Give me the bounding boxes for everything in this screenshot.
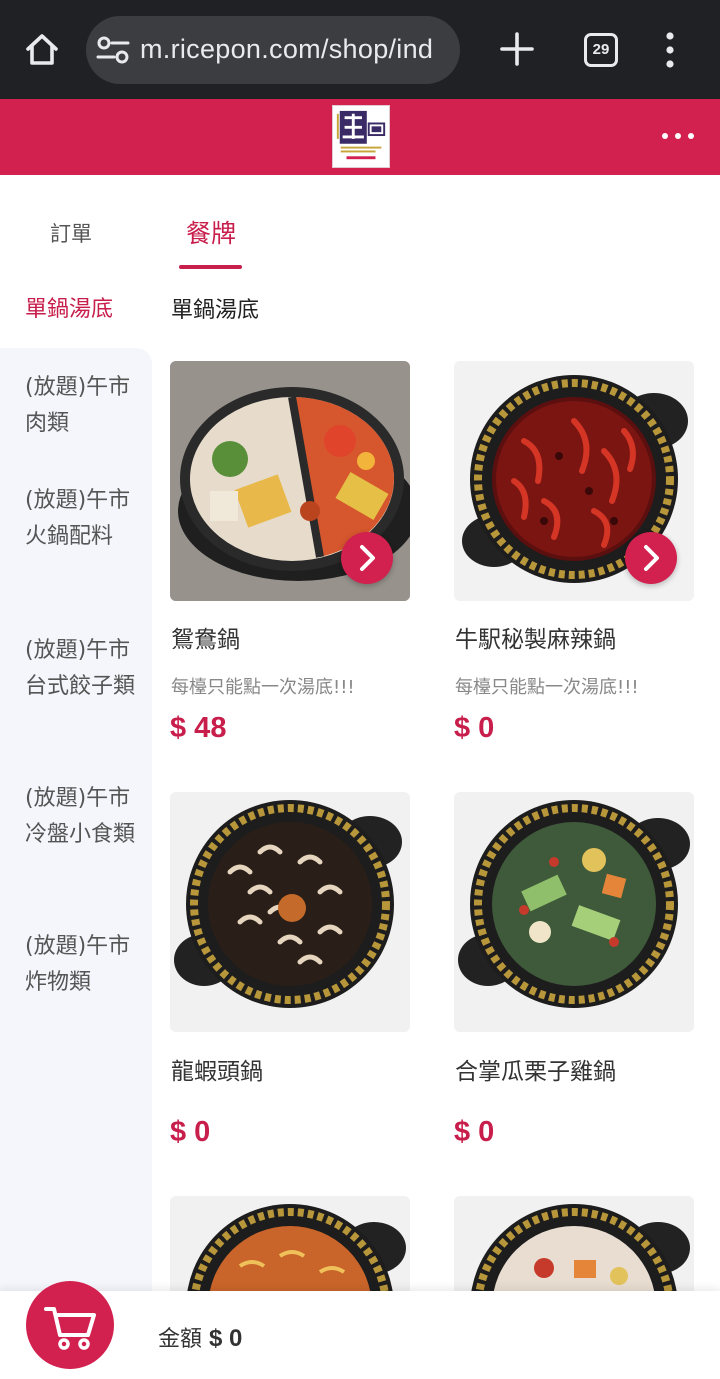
item-name: 合掌瓜栗子雞鍋	[455, 1059, 616, 1085]
active-tab-indicator	[179, 265, 242, 269]
section-title: 單鍋湯底	[171, 298, 260, 323]
chevron-right-icon[interactable]	[341, 532, 393, 584]
lobster-head-hotpot-image[interactable]	[170, 792, 410, 1032]
item-note: 每檯只能點一次湯底!!!	[171, 677, 355, 698]
item-name: 鴛鴦鍋	[171, 627, 240, 653]
tab-menu[interactable]: 餐牌	[186, 214, 236, 250]
cart-total-amount: $ 0	[209, 1325, 243, 1352]
tab-switcher-button[interactable]: 29	[584, 33, 618, 67]
category-item-lunch-fried[interactable]: (放題)午市炸物類	[25, 929, 137, 1001]
more-horizontal-icon[interactable]	[660, 128, 696, 142]
chayote-chestnut-chicken-hotpot-image[interactable]	[454, 792, 694, 1032]
new-tab-icon[interactable]	[498, 30, 536, 68]
category-item-lunch-dumplings[interactable]: (放題)午市台式餃子類	[25, 633, 137, 705]
shopping-cart-icon[interactable]	[26, 1281, 114, 1369]
tab-orders[interactable]: 訂單	[50, 218, 92, 248]
address-bar[interactable]: m.ricepon.com/shop/ind	[86, 16, 460, 84]
chevron-right-icon[interactable]	[625, 532, 677, 584]
cart-total-label: 金額	[158, 1327, 203, 1352]
item-price: $ 48	[170, 712, 227, 744]
item-name: 龍蝦頭鍋	[171, 1059, 263, 1085]
tab-count: 29	[592, 41, 610, 58]
item-note: 每檯只能點一次湯底!!!	[455, 677, 639, 698]
category-item-lunch-hotpot-ingredients[interactable]: (放題)午市火鍋配料	[25, 483, 137, 555]
browser-toolbar: m.ricepon.com/shop/ind 29	[0, 0, 720, 99]
category-item-lunch-meat[interactable]: (放題)午市肉類	[25, 370, 137, 442]
home-icon[interactable]	[22, 30, 62, 70]
hotpot-image-partial[interactable]	[170, 1196, 410, 1292]
category-item-single-pot-soup[interactable]: 單鍋湯底	[25, 292, 137, 328]
hotpot-image-partial[interactable]	[454, 1196, 694, 1292]
item-name: 牛駅秘製麻辣鍋	[455, 627, 616, 653]
item-price: $ 0	[454, 712, 495, 744]
site-settings-icon[interactable]	[96, 34, 130, 66]
cart-total: 金額 $ 0	[158, 1321, 242, 1353]
url-text[interactable]: m.ricepon.com/shop/ind	[140, 34, 452, 65]
shop-logo[interactable]	[332, 105, 390, 168]
category-item-lunch-cold-snacks[interactable]: (放題)午市冷盤小食類	[25, 781, 137, 853]
item-price: $ 0	[170, 1116, 211, 1148]
item-price: $ 0	[454, 1116, 495, 1148]
more-vertical-icon[interactable]	[660, 30, 680, 70]
